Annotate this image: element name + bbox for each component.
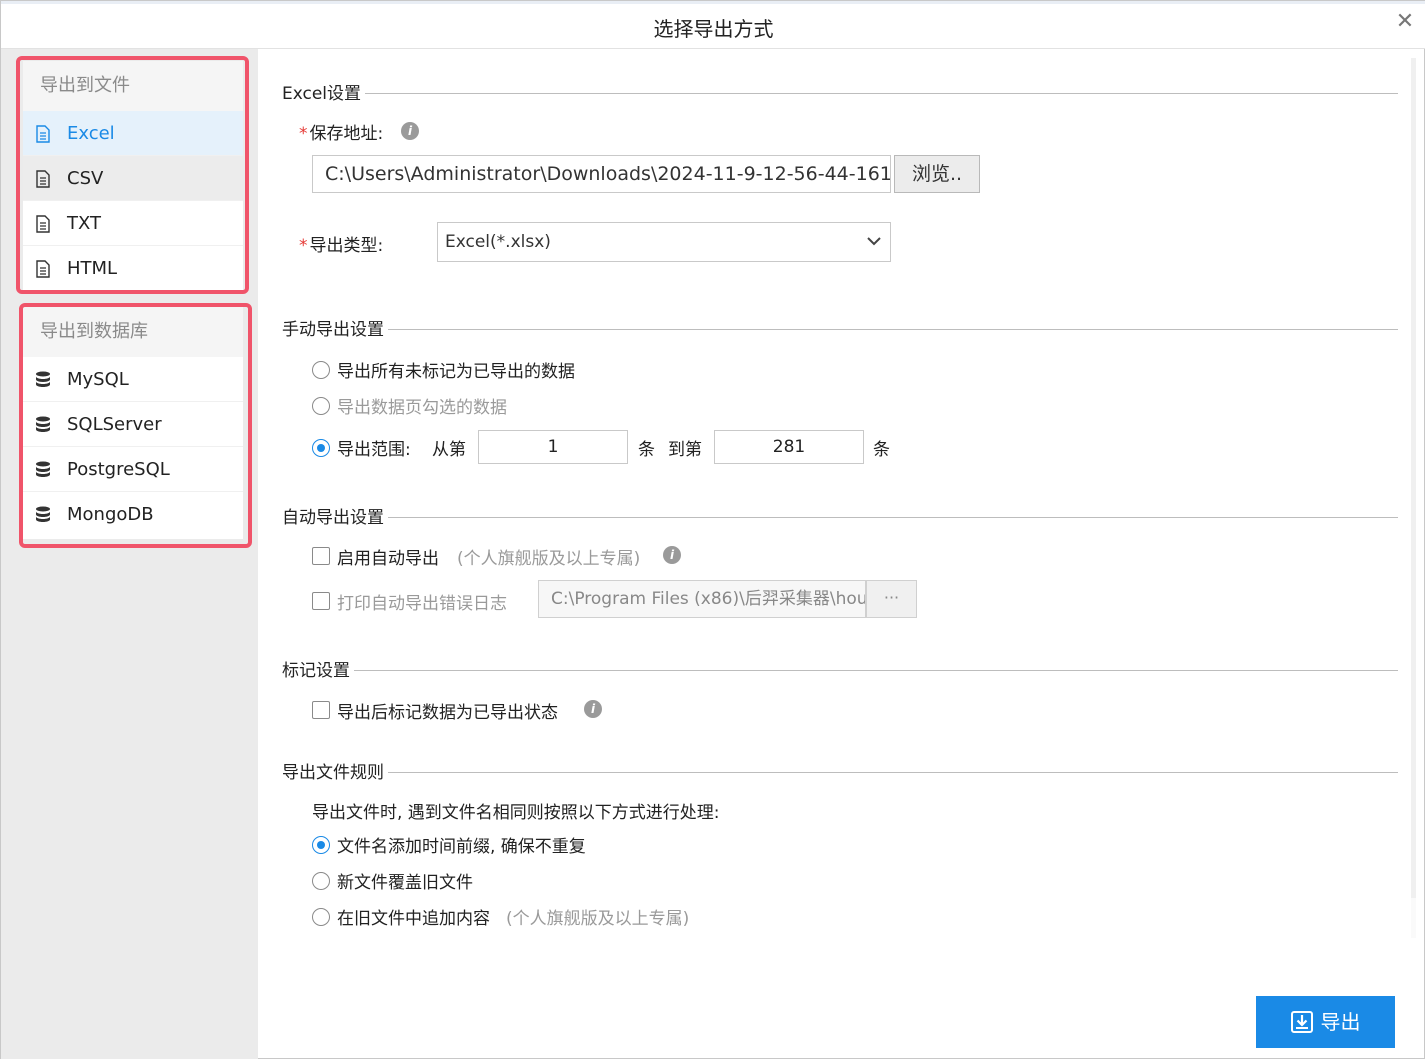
range-from-label: 从第 xyxy=(432,440,466,460)
save-path-label-text: 保存地址: xyxy=(309,124,384,144)
required-mark: * xyxy=(299,124,308,144)
settings-panel: Excel设置 * 保存地址: i C:\Users\Administrator\… xyxy=(266,58,1411,938)
sidebar-item-label: CSV xyxy=(67,168,104,189)
sidebar-item-label: MySQL xyxy=(67,369,129,390)
radio-export-checked[interactable] xyxy=(312,397,330,415)
radio-label-checked: 导出数据页勾选的数据 xyxy=(337,398,507,418)
info-icon[interactable]: i xyxy=(663,546,681,564)
title-bar: 选择导出方式 ✕ xyxy=(1,1,1425,49)
title-bar-accent xyxy=(1,1,1425,4)
range-from-input[interactable]: 1 xyxy=(478,430,628,464)
sidebar-item-label: Excel xyxy=(67,123,115,144)
export-target-sidebar: 导出到文件 Excel CSV TXT HTML 导出到数据库 MySQL SQ… xyxy=(1,49,258,1059)
group-title-database: 导出到数据库 xyxy=(23,307,243,357)
section-title-file-rules: 导出文件规则 xyxy=(282,758,388,783)
close-icon[interactable]: ✕ xyxy=(1392,9,1418,35)
export-to-file-group: 导出到文件 Excel CSV TXT HTML xyxy=(23,61,243,291)
radio-add-time-prefix[interactable] xyxy=(312,836,330,854)
radio-overwrite[interactable] xyxy=(312,872,330,890)
print-error-log-checkbox[interactable] xyxy=(312,592,330,610)
export-button-label: 导出 xyxy=(1320,1010,1361,1034)
print-error-log-label: 打印自动导出错误日志 xyxy=(337,594,507,614)
export-type-label-text: 导出类型: xyxy=(309,236,384,256)
browse-button[interactable]: 浏览.. xyxy=(894,155,980,193)
export-type-value: Excel(*.xlsx) xyxy=(445,232,551,252)
file-icon xyxy=(36,170,50,188)
download-icon xyxy=(1290,1010,1313,1033)
sidebar-item-html[interactable]: HTML xyxy=(23,246,243,291)
range-to-input[interactable]: 281 xyxy=(714,430,864,464)
radio-label-append: 在旧文件中追加内容 xyxy=(337,909,490,929)
file-icon xyxy=(36,215,50,233)
section-title-mark: 标记设置 xyxy=(282,656,354,681)
chevron-down-icon xyxy=(867,237,881,246)
section-title-excel: Excel设置 xyxy=(282,79,366,104)
error-log-path-input[interactable]: C:\Program Files (x86)\后羿采集器\hou xyxy=(538,580,866,618)
section-divider xyxy=(282,772,1398,773)
sidebar-item-csv[interactable]: CSV xyxy=(23,156,243,201)
settings-scrollbar[interactable] xyxy=(1411,58,1416,938)
radio-label-unmarked: 导出所有未标记为已导出的数据 xyxy=(337,362,575,382)
section-divider xyxy=(282,93,1398,94)
export-type-select[interactable]: Excel(*.xlsx) xyxy=(437,222,891,262)
sidebar-item-postgresql[interactable]: PostgreSQL xyxy=(23,447,243,492)
sidebar-item-label: TXT xyxy=(67,213,102,234)
section-divider xyxy=(282,517,1398,518)
sidebar-item-txt[interactable]: TXT xyxy=(23,201,243,246)
sidebar-item-label: PostgreSQL xyxy=(67,459,170,480)
database-icon xyxy=(36,461,50,477)
radio-export-range[interactable] xyxy=(312,439,330,457)
enable-auto-export-checkbox[interactable] xyxy=(312,547,330,565)
sidebar-item-label: HTML xyxy=(67,258,118,279)
section-divider xyxy=(282,329,1398,330)
dialog-title: 选择导出方式 xyxy=(653,17,774,41)
range-unit-label: 条 xyxy=(638,440,655,460)
radio-label-overwrite: 新文件覆盖旧文件 xyxy=(337,873,473,893)
mark-exported-checkbox[interactable] xyxy=(312,701,330,719)
export-dialog: 选择导出方式 ✕ 导出到文件 Excel CSV TXT HTML 导出到数据库… xyxy=(0,0,1425,1059)
sidebar-item-label: MongoDB xyxy=(67,504,154,525)
scrollbar-thumb[interactable] xyxy=(1411,58,1416,898)
group-title-file: 导出到文件 xyxy=(23,61,243,111)
save-path-label: * 保存地址: xyxy=(299,119,383,144)
save-path-input[interactable]: C:\Users\Administrator\Downloads\2024-11… xyxy=(312,155,891,193)
required-mark: * xyxy=(299,236,308,256)
edition-note: (个人旗舰版及以上专属) xyxy=(506,909,690,929)
file-rules-description: 导出文件时, 遇到文件名相同则按照以下方式进行处理: xyxy=(312,803,720,823)
enable-auto-export-label: 启用自动导出 xyxy=(337,549,439,569)
range-unit-label: 条 xyxy=(873,440,890,460)
export-type-label: * 导出类型: xyxy=(299,231,383,256)
export-to-database-group: 导出到数据库 MySQL SQLServer PostgreSQL MongoD… xyxy=(23,307,243,539)
sidebar-item-mysql[interactable]: MySQL xyxy=(23,357,243,402)
sidebar-item-excel[interactable]: Excel xyxy=(23,111,243,156)
section-title-manual: 手动导出设置 xyxy=(282,315,388,340)
info-icon[interactable]: i xyxy=(401,122,419,140)
sidebar-item-mongodb[interactable]: MongoDB xyxy=(23,492,243,537)
sidebar-item-sqlserver[interactable]: SQLServer xyxy=(23,402,243,447)
radio-label-prefix: 文件名添加时间前缀, 确保不重复 xyxy=(337,837,586,857)
file-icon xyxy=(36,260,50,278)
radio-export-unmarked[interactable] xyxy=(312,361,330,379)
info-icon[interactable]: i xyxy=(584,700,602,718)
mark-exported-label: 导出后标记数据为已导出状态 xyxy=(337,703,558,723)
range-to-label: 到第 xyxy=(668,440,702,460)
file-icon xyxy=(36,125,50,143)
section-title-auto: 自动导出设置 xyxy=(282,503,388,528)
error-log-browse-button[interactable]: ··· xyxy=(866,580,917,618)
section-divider xyxy=(282,670,1398,671)
radio-label-range: 导出范围: xyxy=(337,440,411,460)
database-icon xyxy=(36,416,50,432)
radio-append[interactable] xyxy=(312,908,330,926)
database-icon xyxy=(36,371,50,387)
sidebar-item-label: SQLServer xyxy=(67,414,162,435)
edition-note: (个人旗舰版及以上专属) xyxy=(457,549,641,569)
database-icon xyxy=(36,506,50,522)
export-button[interactable]: 导出 xyxy=(1256,996,1395,1048)
